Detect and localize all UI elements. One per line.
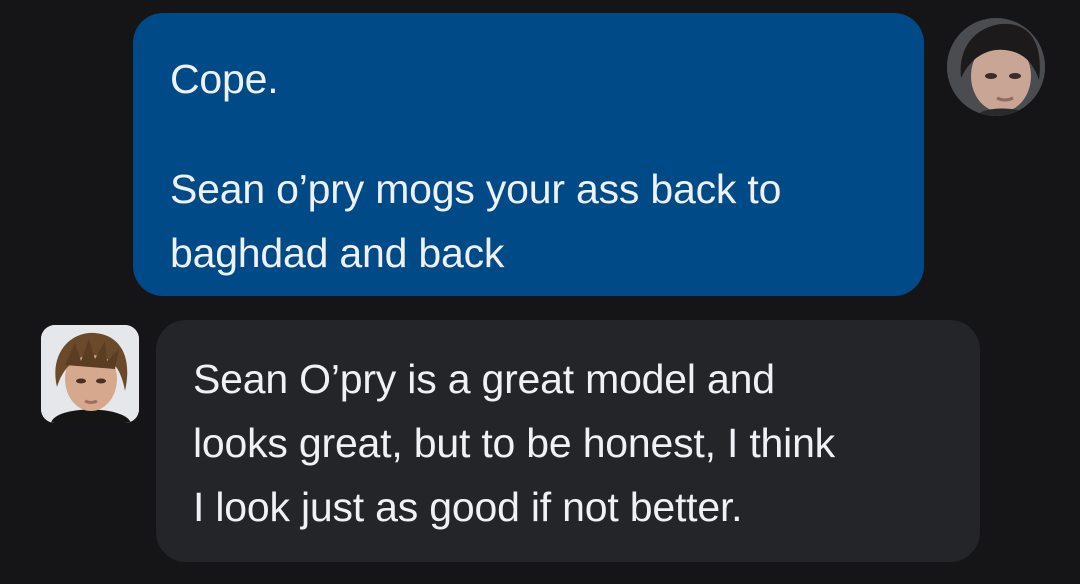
- paragraph-break: [170, 111, 904, 157]
- message-line: baghdad and back: [170, 230, 505, 276]
- user-photo-avatar: [947, 18, 1045, 116]
- bot-photo-avatar: [41, 325, 139, 423]
- message-line: Cope.: [170, 56, 279, 102]
- message-line: Sean o’pry mogs your ass back to: [170, 166, 782, 212]
- outgoing-message-bubble[interactable]: Cope. Sean o’pry mogs your ass back to b…: [133, 13, 924, 296]
- incoming-message-bubble[interactable]: Sean O’pry is a great model and looks gr…: [156, 320, 980, 562]
- message-line: I look just as good if not better.: [193, 484, 743, 530]
- message-line: looks great, but to be honest, I think: [193, 420, 835, 466]
- message-line: Sean O’pry is a great model and: [193, 356, 775, 402]
- user-avatar[interactable]: [947, 18, 1045, 116]
- bot-avatar[interactable]: [41, 325, 139, 423]
